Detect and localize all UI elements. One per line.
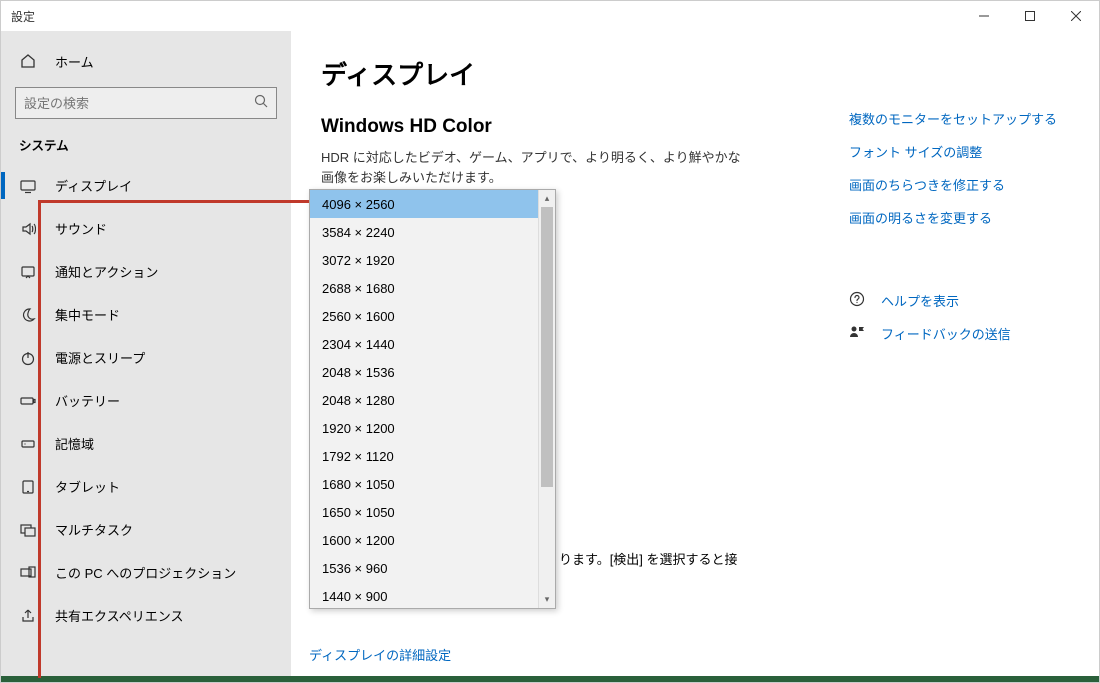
related-link[interactable]: 画面の明るさを変更する (849, 208, 1059, 227)
resolution-option[interactable]: 1600 × 1200 (310, 526, 538, 554)
close-button[interactable] (1053, 1, 1099, 31)
sidebar-item-label: タブレット (55, 477, 120, 496)
resolution-option[interactable]: 1792 × 1120 (310, 442, 538, 470)
right-column: 複数のモニターをセットアップするフォント サイズの調整画面のちらつきを修正する画… (849, 55, 1059, 662)
focus-icon (19, 306, 37, 324)
help-icon (849, 291, 867, 310)
sidebar-item-label: サウンド (55, 219, 107, 238)
sidebar-item-label: マルチタスク (55, 520, 133, 539)
sidebar-item-label: 通知とアクション (55, 262, 158, 281)
sidebar-item-label: バッテリー (55, 391, 120, 410)
callout-line-horizontal (38, 200, 309, 203)
storage-icon (19, 435, 37, 453)
sidebar-item-notification[interactable]: 通知とアクション (1, 250, 291, 293)
sidebar-item-projection[interactable]: この PC へのプロジェクション (1, 551, 291, 594)
resolution-option[interactable]: 2304 × 1440 (310, 330, 538, 358)
search-input[interactable] (24, 96, 224, 111)
resolution-option[interactable]: 4096 × 2560 (310, 190, 538, 218)
resolution-dropdown[interactable]: 4096 × 25603584 × 22403072 × 19202688 × … (309, 189, 556, 609)
feedback-icon (849, 324, 867, 343)
notification-icon (19, 263, 37, 281)
related-link[interactable]: フォント サイズの調整 (849, 142, 1059, 161)
resolution-option[interactable]: 1440 × 900 (310, 582, 538, 608)
resolution-option[interactable]: 1680 × 1050 (310, 470, 538, 498)
sidebar-item-multitask[interactable]: マルチタスク (1, 508, 291, 551)
multitask-icon (19, 521, 37, 539)
titlebar: 設定 (1, 1, 1099, 31)
sidebar: ホーム システム ディスプレイサウンド通知とアクション集中モード電源とスリープバ… (1, 31, 291, 682)
nav-list: ディスプレイサウンド通知とアクション集中モード電源とスリープバッテリー記憶域タブ… (1, 164, 291, 682)
resolution-option[interactable]: 2688 × 1680 (310, 274, 538, 302)
projection-icon (19, 564, 37, 582)
sidebar-item-storage[interactable]: 記憶域 (1, 422, 291, 465)
scroll-thumb[interactable] (541, 207, 553, 487)
sidebar-item-battery[interactable]: バッテリー (1, 379, 291, 422)
feedback-label: フィードバックの送信 (881, 324, 1011, 343)
sidebar-item-sound[interactable]: サウンド (1, 207, 291, 250)
sound-icon (19, 220, 37, 238)
search-box[interactable] (15, 87, 277, 119)
resolution-option[interactable]: 1536 × 960 (310, 554, 538, 582)
feedback-link[interactable]: フィードバックの送信 (849, 324, 1059, 343)
resolution-option[interactable]: 1650 × 1050 (310, 498, 538, 526)
tablet-icon (19, 478, 37, 496)
home-button[interactable]: ホーム (1, 41, 291, 81)
dropdown-scrollbar[interactable]: ▴ ▾ (538, 190, 555, 608)
related-link[interactable]: 画面のちらつきを修正する (849, 175, 1059, 194)
sidebar-item-label: 共有エクスペリエンス (55, 606, 183, 625)
resolution-option[interactable]: 3072 × 1920 (310, 246, 538, 274)
bottom-accent-bar (1, 676, 1099, 682)
maximize-button[interactable] (1007, 1, 1053, 31)
help-label: ヘルプを表示 (881, 291, 959, 310)
callout-line-vertical (38, 200, 41, 678)
resolution-option[interactable]: 2048 × 1280 (310, 386, 538, 414)
scroll-down-button[interactable]: ▾ (539, 591, 555, 608)
sidebar-item-label: 電源とスリープ (55, 348, 145, 367)
sidebar-item-focus[interactable]: 集中モード (1, 293, 291, 336)
sidebar-item-label: ディスプレイ (55, 176, 132, 195)
resolution-option[interactable]: 2560 × 1600 (310, 302, 538, 330)
share-icon (19, 607, 37, 625)
battery-icon (19, 392, 37, 410)
sidebar-item-label: 集中モード (55, 305, 120, 324)
hdr-description: HDR に対応したビデオ、ゲーム、アプリで、より明るく、より鮮やかな画像をお楽し… (321, 148, 741, 187)
hdr-heading: Windows HD Color (321, 116, 809, 138)
sidebar-item-label: この PC へのプロジェクション (55, 563, 236, 582)
sidebar-item-label: 記憶域 (55, 434, 94, 453)
advanced-display-link[interactable]: ディスプレイの詳細設定 (309, 645, 451, 664)
sidebar-item-power[interactable]: 電源とスリープ (1, 336, 291, 379)
minimize-button[interactable] (961, 1, 1007, 31)
partial-text: ります。[検出] を選択すると接 (559, 549, 738, 568)
home-icon (19, 52, 37, 70)
section-label: システム (1, 129, 291, 164)
home-label: ホーム (55, 52, 94, 71)
resolution-option[interactable]: 1920 × 1200 (310, 414, 538, 442)
page-title: ディスプレイ (321, 55, 809, 92)
resolution-option[interactable]: 2048 × 1536 (310, 358, 538, 386)
search-icon (254, 94, 268, 113)
related-link[interactable]: 複数のモニターをセットアップする (849, 109, 1059, 128)
scroll-up-button[interactable]: ▴ (539, 190, 555, 207)
resolution-option[interactable]: 3584 × 2240 (310, 218, 538, 246)
sidebar-item-share[interactable]: 共有エクスペリエンス (1, 594, 291, 637)
help-link[interactable]: ヘルプを表示 (849, 291, 1059, 310)
power-icon (19, 349, 37, 367)
display-icon (19, 177, 37, 195)
sidebar-item-tablet[interactable]: タブレット (1, 465, 291, 508)
window-title: 設定 (11, 8, 35, 25)
